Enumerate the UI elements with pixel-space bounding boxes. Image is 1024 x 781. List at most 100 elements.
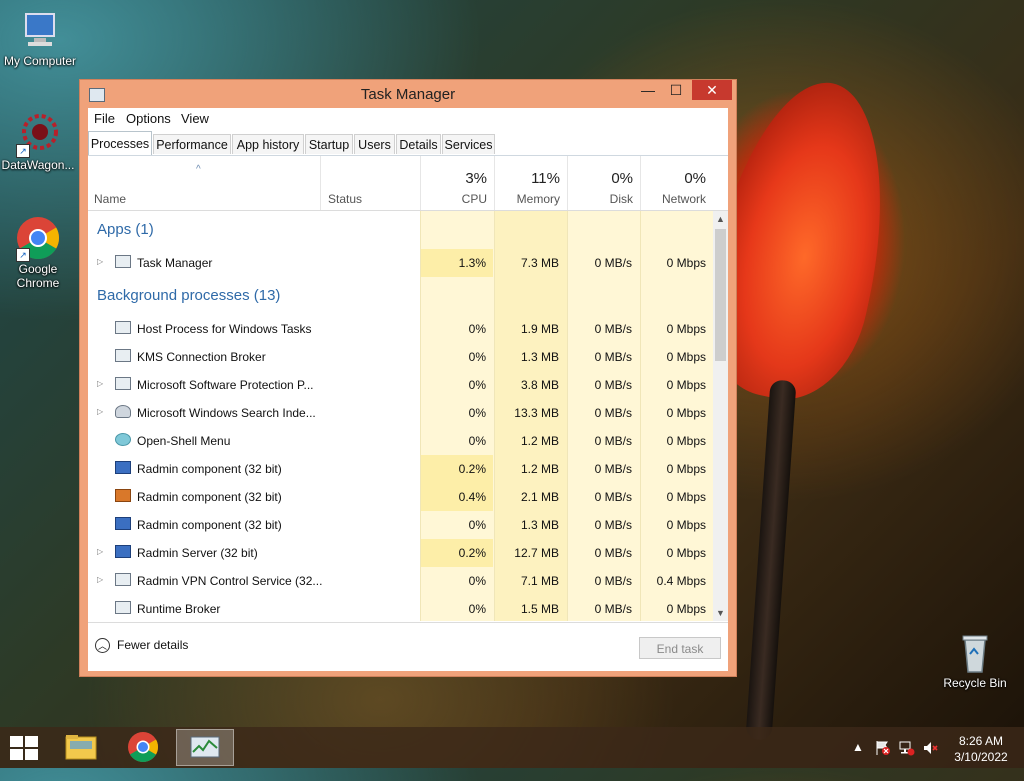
radmin-icon (115, 517, 131, 530)
group-header-apps[interactable]: Apps (1) (97, 221, 154, 238)
process-network-value: 0 Mbps (666, 256, 706, 270)
process-row[interactable]: KMS Connection Broker 0% 1.3 MB 0 MB/s 0 Mbp… (88, 343, 712, 371)
desktop-icon-my-computer[interactable]: My Computer (0, 8, 80, 68)
process-disk-value: 0 MB/s (594, 378, 632, 392)
process-row[interactable]: ▷ Task Manager 1.3% 7.3 MB 0 MB/s 0 Mbps (88, 249, 712, 277)
chevron-up-icon: ︿ (95, 638, 110, 654)
expand-chevron-icon[interactable]: ▷ (97, 407, 103, 416)
title-bar[interactable]: Task Manager — ☐ ✕ (80, 80, 736, 108)
column-status[interactable]: Status (320, 156, 420, 210)
menu-options[interactable]: Options (126, 111, 171, 126)
maximize-button[interactable]: ☐ (662, 80, 690, 100)
expand-chevron-icon[interactable]: ▷ (97, 575, 103, 584)
process-row[interactable]: Radmin component (32 bit) 0% 1.3 MB 0 MB/s 0… (88, 511, 712, 539)
tray-overflow-chevron[interactable]: ▲ (852, 740, 864, 781)
tab-users[interactable]: Users (354, 134, 395, 154)
window-icon (115, 601, 131, 614)
expand-chevron-icon[interactable]: ▷ (97, 379, 103, 388)
process-cpu-value: 0% (468, 574, 486, 588)
process-row[interactable]: ▷ Microsoft Software Protection P... 0% 3.8… (88, 371, 712, 399)
menu-file[interactable]: File (94, 111, 115, 126)
end-task-button[interactable]: End task (639, 637, 721, 659)
process-row[interactable]: Runtime Broker 0% 1.5 MB 0 MB/s 0 Mbps (88, 595, 712, 621)
taskbar-task-manager[interactable] (176, 729, 234, 766)
taskbar-file-explorer[interactable] (52, 729, 110, 766)
process-disk-value: 0 MB/s (594, 406, 632, 420)
volume-muted-icon[interactable] (922, 739, 940, 780)
taskbar-chrome[interactable] (114, 729, 172, 766)
process-name: Radmin VPN Control Service (32... (137, 574, 323, 588)
process-memory-value: 1.3 MB (520, 350, 559, 364)
column-network[interactable]: 0% Network (640, 156, 713, 210)
process-disk-value: 0 MB/s (594, 322, 632, 336)
scroll-up-icon[interactable]: ▲ (713, 211, 728, 227)
desktop-icon-label: DataWagon... (1, 158, 75, 172)
network-total: 0% (684, 170, 706, 187)
taskbar-clock[interactable]: 8:26 AM 3/10/2022 (946, 733, 1016, 765)
process-name: Microsoft Windows Search Inde... (137, 406, 316, 420)
chrome-icon (128, 732, 159, 763)
column-cpu[interactable]: 3% CPU (420, 156, 494, 210)
tab-performance[interactable]: Performance (153, 134, 231, 154)
column-name[interactable]: Name (88, 156, 320, 210)
action-center-flag-icon[interactable] (874, 739, 892, 780)
process-network-value: 0 Mbps (666, 546, 706, 560)
fewer-details-button[interactable]: ︿ Fewer details (95, 638, 188, 654)
process-cpu-value: 0% (468, 518, 486, 532)
tab-services[interactable]: Services (442, 134, 495, 154)
shell-icon (115, 433, 131, 446)
process-cpu-value: 0.2% (458, 462, 486, 476)
process-disk-value: 0 MB/s (594, 574, 632, 588)
close-button[interactable]: ✕ (692, 80, 732, 100)
start-button[interactable] (10, 736, 38, 760)
column-disk[interactable]: 0% Disk (567, 156, 640, 210)
process-disk-value: 0 MB/s (594, 434, 632, 448)
process-row[interactable]: ▷ Radmin VPN Control Service (32... 0% 7.1 … (88, 567, 712, 595)
group-header-background[interactable]: Background processes (13) (97, 287, 280, 304)
computer-icon (18, 8, 62, 52)
process-row[interactable]: Radmin component (32 bit) 0.2% 1.2 MB 0 MB/… (88, 455, 712, 483)
menu-view[interactable]: View (181, 111, 209, 126)
process-memory-value: 7.3 MB (520, 256, 559, 270)
desktop-icon-google-chrome[interactable]: ↗ Google Chrome (0, 216, 78, 290)
desktop-icon-label: Google Chrome (16, 262, 60, 290)
process-cpu-value: 0% (468, 434, 486, 448)
tab-startup[interactable]: Startup (305, 134, 353, 154)
tab-app-history[interactable]: App history (232, 134, 304, 154)
process-cpu-value: 0.4% (458, 490, 486, 504)
folder-icon (65, 735, 97, 760)
minimize-button[interactable]: — (634, 80, 662, 100)
desktop-icon-recycle-bin[interactable]: Recycle Bin (935, 630, 1015, 690)
scrollbar-thumb[interactable] (715, 229, 726, 361)
process-row[interactable]: Host Process for Windows Tasks 0% 1.9 MB 0 … (88, 315, 712, 343)
process-row[interactable]: ▷ Microsoft Windows Search Inde... 0% 13.3 … (88, 399, 712, 427)
process-cpu-value: 0% (468, 406, 486, 420)
expand-chevron-icon[interactable]: ▷ (97, 257, 103, 266)
tab-strip: Processes Performance App history Startu… (88, 131, 728, 156)
network-icon[interactable] (898, 739, 916, 780)
desktop-icon-datawagon[interactable]: ↗ DataWagon... (0, 112, 78, 172)
process-network-value: 0 Mbps (666, 462, 706, 476)
process-cpu-value: 0% (468, 350, 486, 364)
column-memory[interactable]: 11% Memory (494, 156, 567, 210)
process-memory-value: 7.1 MB (520, 574, 559, 588)
tab-details[interactable]: Details (396, 134, 441, 154)
process-disk-value: 0 MB/s (594, 490, 632, 504)
scroll-down-icon[interactable]: ▼ (713, 605, 728, 621)
process-row[interactable]: Radmin component (32 bit) 0.4% 2.1 MB 0 MB/… (88, 483, 712, 511)
desktop-icon-label: Recycle Bin (943, 676, 1007, 690)
process-cpu-value: 0% (468, 378, 486, 392)
process-row[interactable]: ▷ Radmin Server (32 bit) 0.2% 12.7 MB 0 MB/s… (88, 539, 712, 567)
expand-chevron-icon[interactable]: ▷ (97, 547, 103, 556)
process-name: Task Manager (137, 256, 213, 270)
vertical-scrollbar[interactable]: ▲ ▼ (713, 211, 728, 621)
process-name: Runtime Broker (137, 602, 221, 616)
process-memory-value: 1.3 MB (520, 518, 559, 532)
process-memory-value: 1.5 MB (520, 602, 559, 616)
process-row[interactable]: Open-Shell Menu 0% 1.2 MB 0 MB/s 0 Mbps (88, 427, 712, 455)
process-memory-value: 1.2 MB (520, 434, 559, 448)
shortcut-arrow-icon: ↗ (16, 144, 30, 158)
chrome-icon: ↗ (16, 216, 60, 262)
process-disk-value: 0 MB/s (594, 546, 632, 560)
tab-processes[interactable]: Processes (88, 131, 152, 155)
